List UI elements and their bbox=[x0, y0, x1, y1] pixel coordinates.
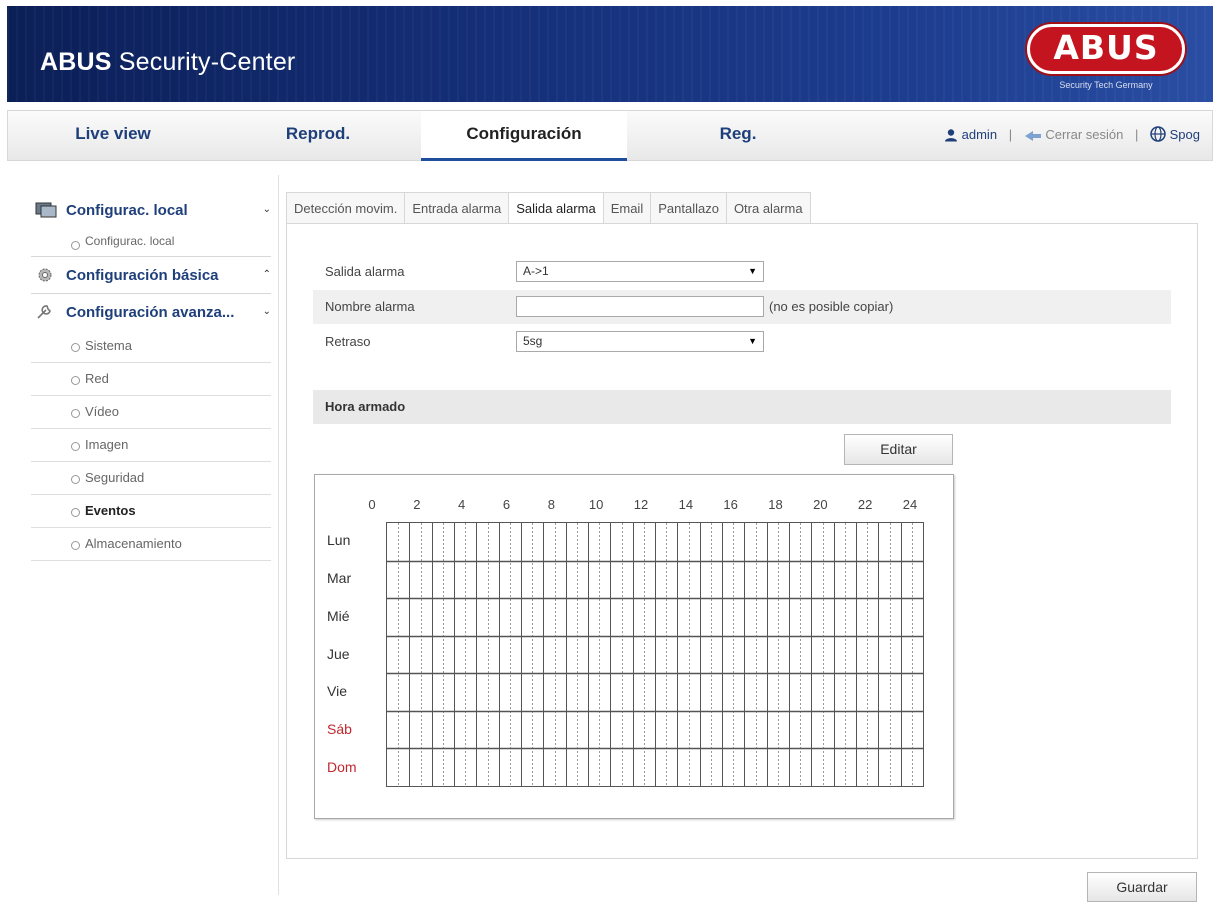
user-bar: admin | Cerrar sesión | Spog bbox=[944, 126, 1200, 145]
hour-label: 24 bbox=[902, 497, 918, 512]
sidebar-item-eventos[interactable]: Eventos bbox=[31, 495, 271, 528]
subtab-pantallazo[interactable]: Pantallazo bbox=[650, 192, 726, 224]
alarm-name-row: Nombre alarma (no es posible copiar) bbox=[313, 290, 1171, 324]
chevron-down-icon: ⌄ bbox=[262, 204, 271, 215]
sidebar: Configurac. local ⌄ Configurac. local Co… bbox=[31, 192, 271, 561]
globe-icon bbox=[1150, 126, 1166, 145]
user-icon bbox=[944, 128, 958, 145]
chevron-up-icon: ⌃ bbox=[262, 269, 271, 280]
logout-icon bbox=[1024, 130, 1042, 145]
sidebar-item-imagen[interactable]: Imagen bbox=[31, 429, 271, 462]
subtab-salida-alarma[interactable]: Salida alarma bbox=[508, 192, 603, 224]
hour-label: 4 bbox=[458, 497, 466, 512]
day-label: Dom bbox=[327, 759, 357, 776]
hour-label: 20 bbox=[813, 497, 828, 512]
sidebar-section-local[interactable]: Configurac. local ⌄ bbox=[31, 192, 271, 228]
subtab-otra-alarma[interactable]: Otra alarma bbox=[725, 192, 811, 224]
hour-label: 12 bbox=[633, 497, 649, 512]
day-label: Mié bbox=[327, 607, 350, 624]
sidebar-item-almacenamiento[interactable]: Almacenamiento bbox=[31, 528, 271, 561]
day-label: Lun bbox=[327, 531, 351, 548]
top-navigation: Live view Reprod. Configuración Reg. adm… bbox=[7, 110, 1213, 161]
logo-subtitle: Security Tech Germany bbox=[1059, 80, 1153, 90]
day-label: Jue bbox=[327, 645, 350, 662]
day-label: Mar bbox=[327, 569, 352, 586]
alarm-output-label: Salida alarma bbox=[325, 264, 405, 279]
hour-label: 14 bbox=[678, 497, 694, 512]
dropdown-arrow-icon: ▼ bbox=[748, 266, 757, 276]
day-label: Sáb bbox=[327, 721, 352, 738]
delay-select[interactable]: 5sg ▼ bbox=[516, 331, 764, 352]
event-subtabs: Detección movim. Entrada alarma Salida a… bbox=[286, 192, 811, 224]
hour-label: 10 bbox=[588, 497, 604, 512]
tab-configuracion[interactable]: Configuración bbox=[421, 111, 627, 161]
tab-live-view[interactable]: Live view bbox=[18, 111, 208, 161]
logout-link[interactable]: Cerrar sesión bbox=[1045, 127, 1123, 142]
sidebar-item-sistema[interactable]: Sistema bbox=[31, 330, 271, 363]
sidebar-item-seguridad[interactable]: Seguridad bbox=[31, 462, 271, 495]
app-header: ABUS Security-Center ABUS Security Tech … bbox=[7, 6, 1213, 102]
alarm-name-label: Nombre alarma bbox=[325, 299, 415, 314]
hour-label: 6 bbox=[502, 497, 511, 512]
subtab-entrada-alarma[interactable]: Entrada alarma bbox=[404, 192, 509, 224]
alarm-name-hint: (no es posible copiar) bbox=[769, 299, 894, 314]
subtab-email[interactable]: Email bbox=[602, 192, 651, 224]
day-label: Vie bbox=[327, 683, 347, 700]
delay-label: Retraso bbox=[325, 334, 371, 349]
logo-text: ABUS bbox=[1053, 28, 1159, 67]
hour-label: 0 bbox=[368, 497, 376, 512]
language-link[interactable]: Spog bbox=[1170, 127, 1200, 142]
app-title: ABUS Security-Center bbox=[40, 48, 296, 76]
subtab-deteccion-movim[interactable]: Detección movim. bbox=[286, 192, 405, 224]
schedule-grid[interactable] bbox=[386, 522, 924, 787]
arming-schedule-header: Hora armado bbox=[313, 390, 1171, 424]
delay-row: Retraso 5sg ▼ bbox=[313, 325, 1171, 359]
hour-label: 8 bbox=[547, 497, 555, 512]
sidebar-item-video[interactable]: Vídeo bbox=[31, 396, 271, 429]
alarm-output-row: Salida alarma A->1 ▼ bbox=[313, 255, 1171, 289]
tab-reg[interactable]: Reg. bbox=[678, 111, 798, 161]
hour-label: 18 bbox=[768, 497, 783, 512]
hour-label: 16 bbox=[723, 497, 738, 512]
edit-button[interactable]: Editar bbox=[844, 434, 953, 465]
alarm-name-input[interactable] bbox=[516, 296, 764, 317]
alarm-output-select[interactable]: A->1 ▼ bbox=[516, 261, 764, 282]
tab-reprod[interactable]: Reprod. bbox=[258, 111, 378, 161]
arming-schedule: 0 2 4 6 8 10 12 14 16 18 20 22 24 Lun Mar Mié Jue Vie Sáb… bbox=[314, 474, 954, 819]
save-button[interactable]: Guardar bbox=[1087, 872, 1197, 902]
gear-icon bbox=[38, 268, 52, 282]
monitor-icon bbox=[35, 202, 57, 218]
sidebar-item-red[interactable]: Red bbox=[31, 363, 271, 396]
chevron-down-icon: ⌄ bbox=[262, 306, 271, 317]
sidebar-section-basica[interactable]: Configuración básica ⌃ bbox=[31, 257, 271, 293]
hour-label: 22 bbox=[857, 497, 873, 512]
hour-label: 2 bbox=[413, 497, 421, 512]
sidebar-section-avanzada[interactable]: Configuración avanza... ⌄ bbox=[31, 294, 271, 330]
wrench-icon bbox=[37, 305, 51, 319]
abus-logo: ABUS Security Tech Germany bbox=[1027, 24, 1185, 96]
dropdown-arrow-icon: ▼ bbox=[748, 336, 757, 346]
sidebar-item-configurac-local[interactable]: Configurac. local bbox=[31, 228, 271, 256]
username-link[interactable]: admin bbox=[962, 127, 997, 142]
